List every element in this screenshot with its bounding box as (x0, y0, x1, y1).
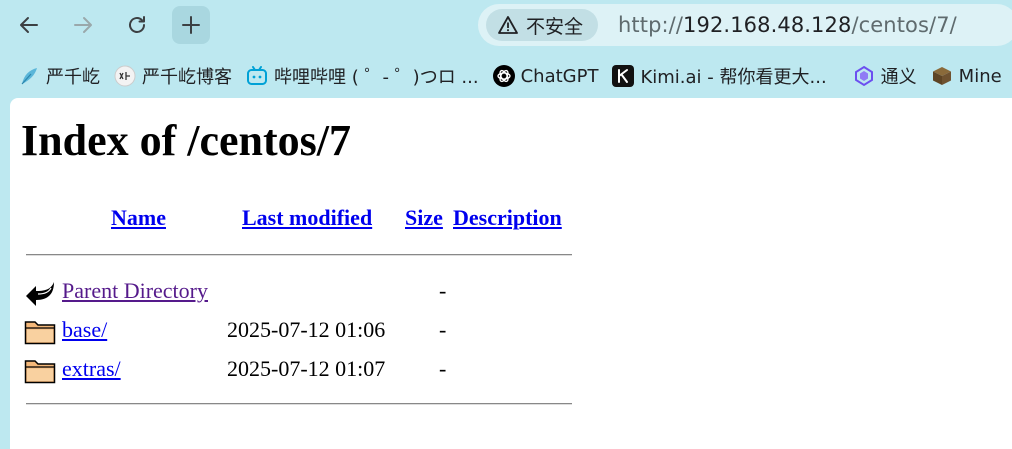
bookmark-yanqianyi-blog[interactable]: 严千屹博客 (114, 61, 232, 91)
browser-toolbar: 不安全 http://192.168.48.128/centos/7/ (0, 0, 1012, 52)
bookmark-label: 严千屹博客 (142, 67, 232, 88)
file-size: - (439, 278, 447, 303)
reload-icon (129, 16, 145, 33)
folder-link-base[interactable]: base/ (62, 317, 107, 343)
bookmarks-bar: 严千屹 严千屹博客 哔哩哔哩 ( ゜- ゜)つロ ... ChatGPT Kim… (0, 58, 1012, 94)
back-arrow-icon (26, 282, 54, 306)
file-size: - (439, 356, 447, 381)
table-row: extras/ 2025-07-12 01:07 - (24, 352, 584, 386)
page-title: Index of /centos/7 (21, 116, 351, 165)
bookmark-bilibili[interactable]: 哔哩哔哩 ( ゜- ゜)つロ ... (246, 61, 479, 91)
back-button[interactable] (10, 6, 48, 44)
reload-button[interactable] (118, 6, 156, 44)
bookmark-label: Kimi.ai - 帮你看更大... (640, 67, 827, 88)
feather-icon (18, 65, 40, 87)
bilibili-icon (246, 65, 268, 87)
bookmark-label: Mine (958, 65, 1002, 87)
warning-icon (498, 16, 518, 34)
bookmark-chatgpt[interactable]: ChatGPT (492, 61, 599, 91)
minecraft-block-icon (931, 65, 953, 87)
divider-bottom (26, 403, 572, 405)
bookmark-label: 哔哩哔哩 ( ゜- ゜)つロ ... (274, 67, 479, 88)
column-header-last-modified[interactable]: Last modified (242, 205, 372, 231)
blog-logo-icon (114, 65, 136, 87)
bookmark-minecraft[interactable]: Mine (931, 61, 1002, 91)
column-header-name[interactable]: Name (111, 205, 166, 231)
folder-link-extras[interactable]: extras/ (62, 356, 121, 382)
bookmark-label: 通义 (880, 67, 917, 88)
tongyi-icon (853, 65, 875, 87)
bookmark-label: 严千屹 (46, 67, 100, 88)
modified-date: 2025-07-12 01:07 (227, 356, 386, 381)
openai-icon (492, 65, 515, 87)
page-content: Index of /centos/7 Name Last modified Si… (10, 98, 1012, 449)
forward-button[interactable] (64, 6, 102, 44)
arrow-left-icon (20, 17, 38, 33)
bookmark-label: ChatGPT (520, 65, 599, 87)
url-scheme: http:// (618, 13, 684, 37)
kimi-icon (612, 65, 635, 87)
address-bar[interactable]: 不安全 http://192.168.48.128/centos/7/ (478, 4, 1012, 46)
security-chip[interactable]: 不安全 (486, 9, 598, 41)
bookmark-kimi[interactable]: Kimi.ai - 帮你看更大... (612, 61, 827, 91)
divider-top (26, 254, 572, 256)
column-header-description[interactable]: Description (453, 205, 562, 231)
plus-icon (182, 16, 200, 34)
bookmark-tongyi[interactable]: 通义 (853, 61, 917, 91)
column-header-size[interactable]: Size (405, 205, 443, 231)
new-tab-button[interactable] (172, 6, 210, 44)
url-text[interactable]: http://192.168.48.128/centos/7/ (618, 13, 957, 37)
folder-icon (24, 360, 56, 384)
table-row: Parent Directory - (24, 274, 584, 308)
bookmark-yanqianyi[interactable]: 严千屹 (18, 61, 100, 91)
modified-date: 2025-07-12 01:06 (227, 317, 386, 342)
url-path: /centos/7/ (851, 13, 957, 37)
parent-directory-link[interactable]: Parent Directory (62, 278, 208, 304)
table-row: base/ 2025-07-12 01:06 - (24, 313, 584, 347)
file-size: - (439, 317, 447, 342)
security-label: 不安全 (526, 15, 584, 38)
arrow-right-icon (74, 17, 92, 33)
folder-icon (24, 321, 56, 345)
url-host: 192.168.48.128 (683, 13, 852, 37)
